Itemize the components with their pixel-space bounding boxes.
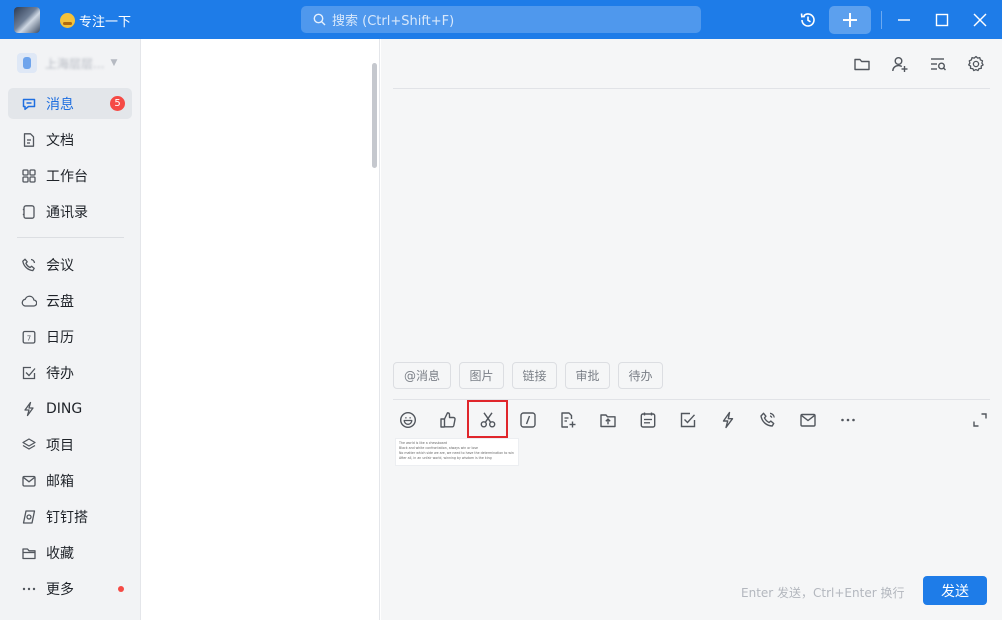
sidebar-item-label: 云盘 <box>46 293 74 310</box>
sidebar-item-label: 邮箱 <box>46 473 74 490</box>
send-hint: Enter 发送，Ctrl+Enter 换行 <box>741 586 905 600</box>
task-icon[interactable] <box>677 409 699 431</box>
notification-dot <box>118 586 124 592</box>
slash-command-icon[interactable] <box>517 409 539 431</box>
user-avatar[interactable] <box>14 7 40 33</box>
sidebar-item-meeting[interactable]: 会议 <box>8 249 132 280</box>
sidebar-item-label: 会议 <box>46 257 74 274</box>
checkbox-icon <box>21 365 37 381</box>
maximize-icon[interactable] <box>929 7 955 33</box>
chat-panel: @消息 图片 链接 审批 待办 The world is like a ches… <box>381 39 1002 620</box>
pasted-image-thumbnail[interactable]: The world is like a chessboard Black and… <box>395 438 519 466</box>
sidebar-item-label: 日历 <box>46 329 74 346</box>
title-bar: 专注一下 搜索 (Ctrl+Shift+F) <box>0 0 1002 39</box>
thumbs-up-icon[interactable] <box>437 409 459 431</box>
sidebar-item-label: 文档 <box>46 132 74 149</box>
sidebar-item-todo[interactable]: 待办 <box>8 357 132 388</box>
chip-todo[interactable]: 待办 <box>618 362 663 389</box>
chip-mention[interactable]: @消息 <box>393 362 451 389</box>
status-emoji-icon <box>60 12 75 28</box>
selected-tool-highlight <box>467 400 508 438</box>
svg-text:7: 7 <box>27 334 31 342</box>
sidebar-item-label: 消息 <box>46 96 74 113</box>
chip-link[interactable]: 链接 <box>512 362 557 389</box>
more-icon[interactable] <box>837 409 859 431</box>
titlebar-divider <box>881 11 882 29</box>
conversation-list[interactable] <box>141 39 380 620</box>
sidebar-item-favorites[interactable]: 收藏 <box>8 537 132 568</box>
chip-approval[interactable]: 审批 <box>565 362 610 389</box>
sidebar-item-more[interactable]: 更多 <box>8 573 132 604</box>
sidebar-item-project[interactable]: 项目 <box>8 429 132 460</box>
thumbnail-line: After all, in an unfair world, winning b… <box>399 456 492 460</box>
lightning-icon <box>21 401 37 417</box>
sidebar-item-label: 通讯录 <box>46 204 88 221</box>
plus-icon <box>843 13 857 27</box>
sidebar-item-docs[interactable]: 文档 <box>8 124 132 155</box>
sidebar-item-workbench[interactable]: 工作台 <box>8 160 132 191</box>
sidebar-item-label: 项目 <box>46 437 74 454</box>
status-text: 专注一下 <box>79 14 132 30</box>
search-icon <box>313 13 326 26</box>
close-icon[interactable] <box>967 7 993 33</box>
org-switcher[interactable]: 上海层层... ▼ <box>17 53 117 73</box>
emoji-icon[interactable] <box>397 409 419 431</box>
status-button[interactable]: 专注一下 <box>60 11 132 30</box>
settings-icon[interactable] <box>965 53 987 75</box>
folder-icon <box>21 545 37 561</box>
unread-badge: 5 <box>110 96 125 111</box>
message-icon <box>21 96 37 112</box>
history-icon[interactable] <box>795 7 821 33</box>
create-button[interactable] <box>829 6 871 34</box>
header-divider <box>393 88 990 89</box>
contacts-icon <box>21 204 37 220</box>
sidebar-item-contacts[interactable]: 通讯录 <box>8 196 132 227</box>
sidebar-item-label: 待办 <box>46 365 74 382</box>
grid-icon <box>21 168 37 184</box>
sidebar-item-mail[interactable]: 邮箱 <box>8 465 132 496</box>
scrollbar[interactable] <box>372 63 377 168</box>
phone-icon <box>21 257 37 273</box>
minimize-icon[interactable] <box>891 7 917 33</box>
ding-icon[interactable] <box>717 409 739 431</box>
add-member-icon[interactable] <box>889 53 911 75</box>
sidebar-item-label: 工作台 <box>46 168 88 185</box>
search-bar[interactable]: 搜索 (Ctrl+Shift+F) <box>301 6 701 33</box>
folder-icon[interactable] <box>851 53 873 75</box>
more-icon <box>21 581 37 597</box>
sidebar-item-label: 更多 <box>46 581 74 598</box>
chip-image[interactable]: 图片 <box>459 362 504 389</box>
sidebar-item-ding[interactable]: DING <box>8 393 132 424</box>
expand-icon[interactable] <box>969 409 991 431</box>
sidebar-item-messages[interactable]: 消息 5 <box>8 88 132 119</box>
send-button[interactable]: 发送 <box>923 576 987 605</box>
upload-folder-icon[interactable] <box>597 409 619 431</box>
new-doc-icon[interactable] <box>557 409 579 431</box>
mail-icon[interactable] <box>797 409 819 431</box>
calendar-icon: 7 <box>21 329 37 345</box>
cloud-icon <box>21 293 37 309</box>
call-icon[interactable] <box>757 409 779 431</box>
document-icon <box>21 132 37 148</box>
sidebar-item-label: DING <box>46 400 83 417</box>
sidebar: 上海层层... ▼ 消息 5 文档 工作台 通讯录 会议 云盘 7 日历 待办 … <box>0 39 141 620</box>
builder-icon <box>21 509 37 525</box>
org-name: 上海层层... <box>45 56 105 71</box>
org-logo <box>17 53 37 73</box>
schedule-icon[interactable] <box>637 409 659 431</box>
sidebar-item-builder[interactable]: 钉钉搭 <box>8 501 132 532</box>
sidebar-item-cloud[interactable]: 云盘 <box>8 285 132 316</box>
mail-icon <box>21 473 37 489</box>
search-history-icon[interactable] <box>927 53 949 75</box>
sidebar-item-label: 收藏 <box>46 545 74 562</box>
sidebar-item-label: 钉钉搭 <box>46 509 88 526</box>
chevron-down-icon: ▼ <box>110 58 118 68</box>
sidebar-item-calendar[interactable]: 7 日历 <box>8 321 132 352</box>
layers-icon <box>21 437 37 453</box>
search-placeholder: 搜索 (Ctrl+Shift+F) <box>332 14 455 29</box>
sidebar-divider <box>17 237 124 238</box>
